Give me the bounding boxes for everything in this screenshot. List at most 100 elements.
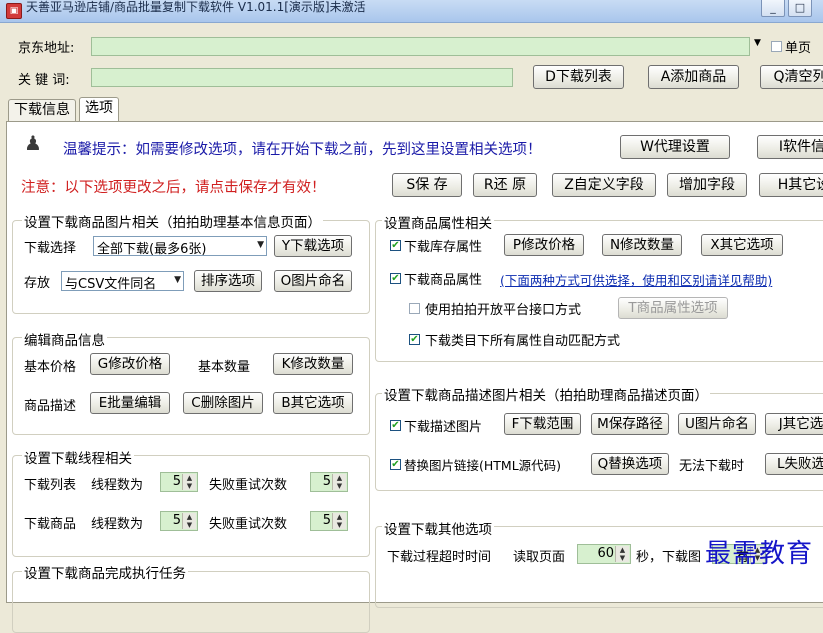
software-info-button[interactable]: I软件信 <box>757 135 823 159</box>
api-method-label: 使用拍拍开放平台接口方式 <box>425 303 582 318</box>
edit-quantity-button[interactable]: K修改数量 <box>273 353 353 375</box>
tab-download-info[interactable]: 下载信息 <box>8 99 76 121</box>
edit-group <box>12 337 370 435</box>
goods-threads-value: 5 <box>172 513 181 528</box>
goods-retry-stepper[interactable]: 5 ▲ ▼ <box>310 511 348 531</box>
tip-text: 温馨提示：如需要修改选项，请在开始下载之前，先到这里设置相关选项！ <box>63 142 542 158</box>
edit-price-button[interactable]: G修改价格 <box>90 353 170 375</box>
goods-retry-value: 5 <box>322 513 331 528</box>
desc-image-group <box>375 393 823 491</box>
goods-threads-stepper[interactable]: 5 ▲ ▼ <box>160 511 198 531</box>
timeout-label: 下载过程超时时间 <box>387 550 492 565</box>
watermark: 最需教育 <box>704 539 813 569</box>
clear-list-button[interactable]: Q清空列 <box>760 65 823 89</box>
goods-attr-label: 下载商品属性 <box>404 273 483 288</box>
single-page-label: 单页 <box>785 41 812 56</box>
download-select-value: 全部下载(最多6张) <box>97 242 207 257</box>
add-goods-button[interactable]: A添加商品 <box>648 65 739 89</box>
proxy-settings-button[interactable]: W代理设置 <box>620 135 730 159</box>
thread-group-title: 设置下载线程相关 <box>22 447 134 467</box>
custom-field-button[interactable]: Z自定义字段 <box>552 173 656 197</box>
jd-address-label: 京东地址: <box>18 41 75 56</box>
keyword-label: 关 键 词: <box>18 73 70 88</box>
stepper-arrows-icon[interactable]: ▲ ▼ <box>182 513 196 529</box>
keyword-input[interactable] <box>91 68 513 87</box>
title-bar: ▣ 天善亚马逊店铺/商品批量复制下载软件 V1.01.1[演示版]未激活 _ □ <box>0 0 823 23</box>
description-label: 商品描述 <box>24 399 77 414</box>
download-range-button[interactable]: F下载范围 <box>504 413 581 435</box>
desc-image-group-title: 设置下载商品描述图片相关（拍拍助理商品描述页面） <box>382 384 710 404</box>
fail-option-button[interactable]: L失败选 <box>765 453 823 475</box>
attr-option-button[interactable]: T商品属性选项 <box>618 297 728 319</box>
other-settings-button[interactable]: H其它设 <box>759 173 823 197</box>
desc-image-other-button[interactable]: J其它选 <box>765 413 823 435</box>
minimize-button[interactable]: _ <box>761 0 785 17</box>
app-icon: ▣ <box>6 3 22 19</box>
image-rename-button[interactable]: O图片命名 <box>274 270 352 292</box>
stock-attr-checkbox[interactable]: ✔ <box>390 240 401 251</box>
auto-match-label: 下载类目下所有属性自动匹配方式 <box>425 334 621 349</box>
person-icon: ♟ <box>24 131 42 155</box>
save-button[interactable]: S保 存 <box>392 173 462 197</box>
sort-option-button[interactable]: 排序选项 <box>194 270 262 292</box>
help-link[interactable]: (下面两种方式可供选择，使用和区别请详见帮助) <box>500 270 772 289</box>
tab-options[interactable]: 选项 <box>79 97 119 121</box>
list-row-label: 下载列表 <box>24 478 77 493</box>
read-timeout-value: 60 <box>597 546 614 561</box>
cannot-download-label: 无法下载时 <box>679 459 745 474</box>
restore-button[interactable]: R还 原 <box>473 173 537 197</box>
list-threads-value: 5 <box>172 474 181 489</box>
goods-row-label: 下载商品 <box>24 517 77 532</box>
download-desc-image-checkbox[interactable]: ✔ <box>390 420 401 431</box>
delete-image-button[interactable]: C删除图片 <box>183 392 263 414</box>
other-group-title: 设置下载其他选项 <box>382 518 494 538</box>
goods-retry-label: 失败重试次数 <box>209 517 288 532</box>
stepper-arrows-icon[interactable]: ▲ ▼ <box>332 474 346 490</box>
attr-edit-quantity-button[interactable]: N修改数量 <box>602 234 682 256</box>
single-page-checkbox[interactable] <box>771 41 782 52</box>
read-timeout-stepper[interactable]: 60 ▲ ▼ <box>577 544 631 564</box>
price-label: 基本价格 <box>24 360 77 375</box>
add-field-button[interactable]: 增加字段 <box>667 173 747 197</box>
stepper-arrows-icon[interactable]: ▲ ▼ <box>182 474 196 490</box>
list-threads-label: 线程数为 <box>91 478 144 493</box>
quantity-label: 基本数量 <box>198 360 251 375</box>
attr-other-button[interactable]: X其它选项 <box>701 234 783 256</box>
replace-option-button[interactable]: Q替换选项 <box>591 453 669 475</box>
edit-other-button[interactable]: B其它选项 <box>273 392 353 414</box>
api-method-checkbox[interactable] <box>409 303 420 314</box>
desc-image-rename-button[interactable]: U图片命名 <box>678 413 756 435</box>
stock-attr-label: 下载库存属性 <box>404 240 483 255</box>
download-select-label: 下载选择 <box>24 241 77 256</box>
jd-address-input[interactable] <box>91 37 750 56</box>
edit-group-title: 编辑商品信息 <box>22 329 107 349</box>
chevron-down-icon: ▼ <box>257 240 264 250</box>
list-retry-label: 失败重试次数 <box>209 478 288 493</box>
attr-edit-price-button[interactable]: P修改价格 <box>504 234 584 256</box>
save-location-select[interactable]: 与CSV文件同名 ▼ <box>61 271 184 292</box>
batch-edit-button[interactable]: E批量编辑 <box>90 392 170 414</box>
goods-threads-label: 线程数为 <box>91 517 144 532</box>
thread-group <box>12 455 370 557</box>
stepper-arrows-icon[interactable]: ▲ ▼ <box>615 546 629 562</box>
stepper-arrows-icon[interactable]: ▲ ▼ <box>332 513 346 529</box>
replace-link-checkbox[interactable]: ✔ <box>390 459 401 470</box>
download-desc-image-label: 下载描述图片 <box>404 420 483 435</box>
window-title: 天善亚马逊店铺/商品批量复制下载软件 V1.01.1[演示版]未激活 <box>26 0 366 14</box>
download-list-button[interactable]: D下载列表 <box>533 65 624 89</box>
options-panel: ♟ 温馨提示：如需要修改选项，请在开始下载之前，先到这里设置相关选项！ W代理设… <box>6 121 823 633</box>
list-threads-stepper[interactable]: 5 ▲ ▼ <box>160 472 198 492</box>
notice-text: 注意：以下选项更改之后，请点击保存才有效！ <box>21 180 326 196</box>
list-retry-stepper[interactable]: 5 ▲ ▼ <box>310 472 348 492</box>
image-group-title: 设置下载商品图片相关（拍拍助理基本信息页面） <box>22 211 323 231</box>
auto-match-checkbox[interactable]: ✔ <box>409 334 420 345</box>
save-path-button[interactable]: M保存路径 <box>591 413 669 435</box>
attr-group-title: 设置商品属性相关 <box>382 212 494 232</box>
maximize-button[interactable]: □ <box>788 0 812 17</box>
chevron-down-icon[interactable]: ▼ <box>754 38 761 48</box>
goods-attr-checkbox[interactable]: ✔ <box>390 273 401 284</box>
list-retry-value: 5 <box>322 474 331 489</box>
download-option-button[interactable]: Y下载选项 <box>274 235 352 257</box>
seconds-label: 秒，下载图 <box>636 550 702 565</box>
download-select[interactable]: 全部下载(最多6张) ▼ <box>93 236 267 257</box>
